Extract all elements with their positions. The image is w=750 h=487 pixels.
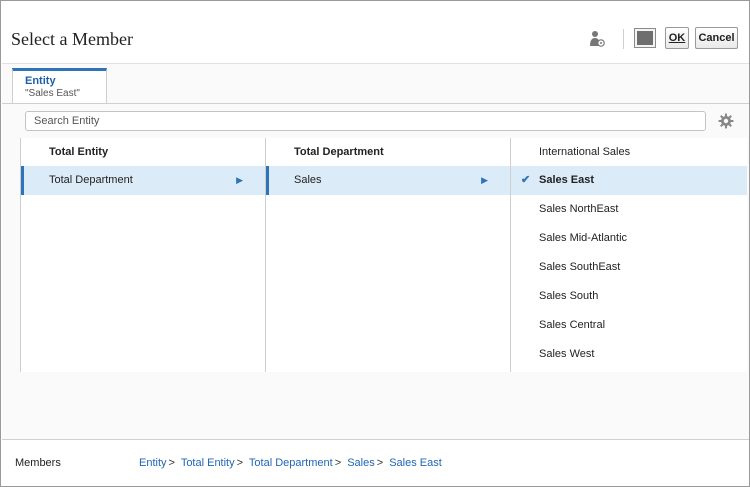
list-item-label: Sales SouthEast — [539, 261, 621, 273]
list-item-label: Sales NorthEast — [539, 203, 619, 215]
header-divider — [623, 29, 624, 49]
list-item-label: Sales Central — [539, 319, 606, 331]
list-item-international-sales[interactable]: International Sales — [511, 138, 747, 166]
breadcrumb-total-entity[interactable]: Total Entity — [181, 457, 235, 469]
tab-entity[interactable]: Entity "Sales East" — [12, 68, 107, 104]
tab-underline — [2, 103, 749, 104]
breadcrumb-total-department[interactable]: Total Department — [249, 457, 333, 469]
member-columns: Total Entity Total Department ▶ Total De… — [20, 138, 747, 372]
triangle-right-icon: ▶ — [236, 175, 243, 185]
select-member-dialog: Select a Member OK Cancel Entity "Sales … — [0, 0, 750, 487]
cancel-button[interactable]: Cancel — [695, 27, 738, 49]
breadcrumb: Entity > Total Entity > Total Department > … — [139, 457, 442, 469]
column-total-entity: Total Entity Total Department ▶ — [20, 138, 265, 372]
triangle-right-icon: ▶ — [481, 175, 488, 185]
list-item[interactable]: ✔ Sales East — [511, 166, 747, 195]
panel-toggle-icon[interactable] — [634, 28, 656, 48]
dialog-title: Select a Member — [11, 29, 133, 49]
list-item[interactable]: Sales Mid-Atlantic — [511, 224, 747, 253]
gear-icon[interactable] — [718, 113, 734, 129]
user-settings-icon[interactable] — [589, 30, 605, 48]
breadcrumb-sales-east[interactable]: Sales East — [389, 457, 442, 469]
column-header: Total Entity — [49, 146, 109, 158]
list-item-label: Sales South — [539, 290, 599, 302]
breadcrumb-entity[interactable]: Entity — [139, 457, 167, 469]
column-total-department: Total Department Sales ▶ — [265, 138, 510, 372]
dialog-header: Select a Member OK Cancel — [1, 1, 749, 63]
breadcrumb-separator: > — [334, 457, 342, 469]
list-item[interactable]: Sales NorthEast — [511, 195, 747, 224]
column-header: Total Department — [294, 146, 384, 158]
list-item[interactable]: Sales SouthEast — [511, 253, 747, 282]
dialog-footer: Members Entity > Total Entity > Total Depa… — [2, 439, 749, 486]
ok-button[interactable]: OK — [665, 27, 689, 49]
breadcrumb-separator: > — [376, 457, 384, 469]
breadcrumb-sales[interactable]: Sales — [347, 457, 375, 469]
column-sales: International Sales ✔ Sales East Sales N… — [510, 138, 747, 372]
list-item[interactable]: Sales ▶ — [266, 166, 510, 195]
breadcrumb-separator: > — [168, 457, 175, 469]
list-item-label: Sales West — [539, 348, 595, 360]
list-item[interactable]: Sales Central — [511, 311, 747, 340]
dialog-body: Entity "Sales East" Total Entity Total D… — [2, 63, 749, 439]
checkmark-icon: ✔ — [521, 174, 531, 186]
tab-selected-value: "Sales East" — [25, 88, 80, 99]
list-item-label: Total Department — [49, 174, 133, 186]
list-item-label: Sales — [294, 174, 322, 186]
list-item-label: Sales Mid-Atlantic — [539, 232, 628, 244]
list-item[interactable]: Total Department ▶ — [21, 166, 265, 195]
members-label: Members — [15, 457, 61, 469]
search-input[interactable] — [25, 111, 706, 131]
list-item[interactable]: Sales West — [511, 340, 747, 369]
tab-label: Entity — [25, 75, 56, 87]
breadcrumb-separator: > — [236, 457, 244, 469]
list-item-label: Sales East — [539, 174, 595, 186]
list-item[interactable]: Sales South — [511, 282, 747, 311]
